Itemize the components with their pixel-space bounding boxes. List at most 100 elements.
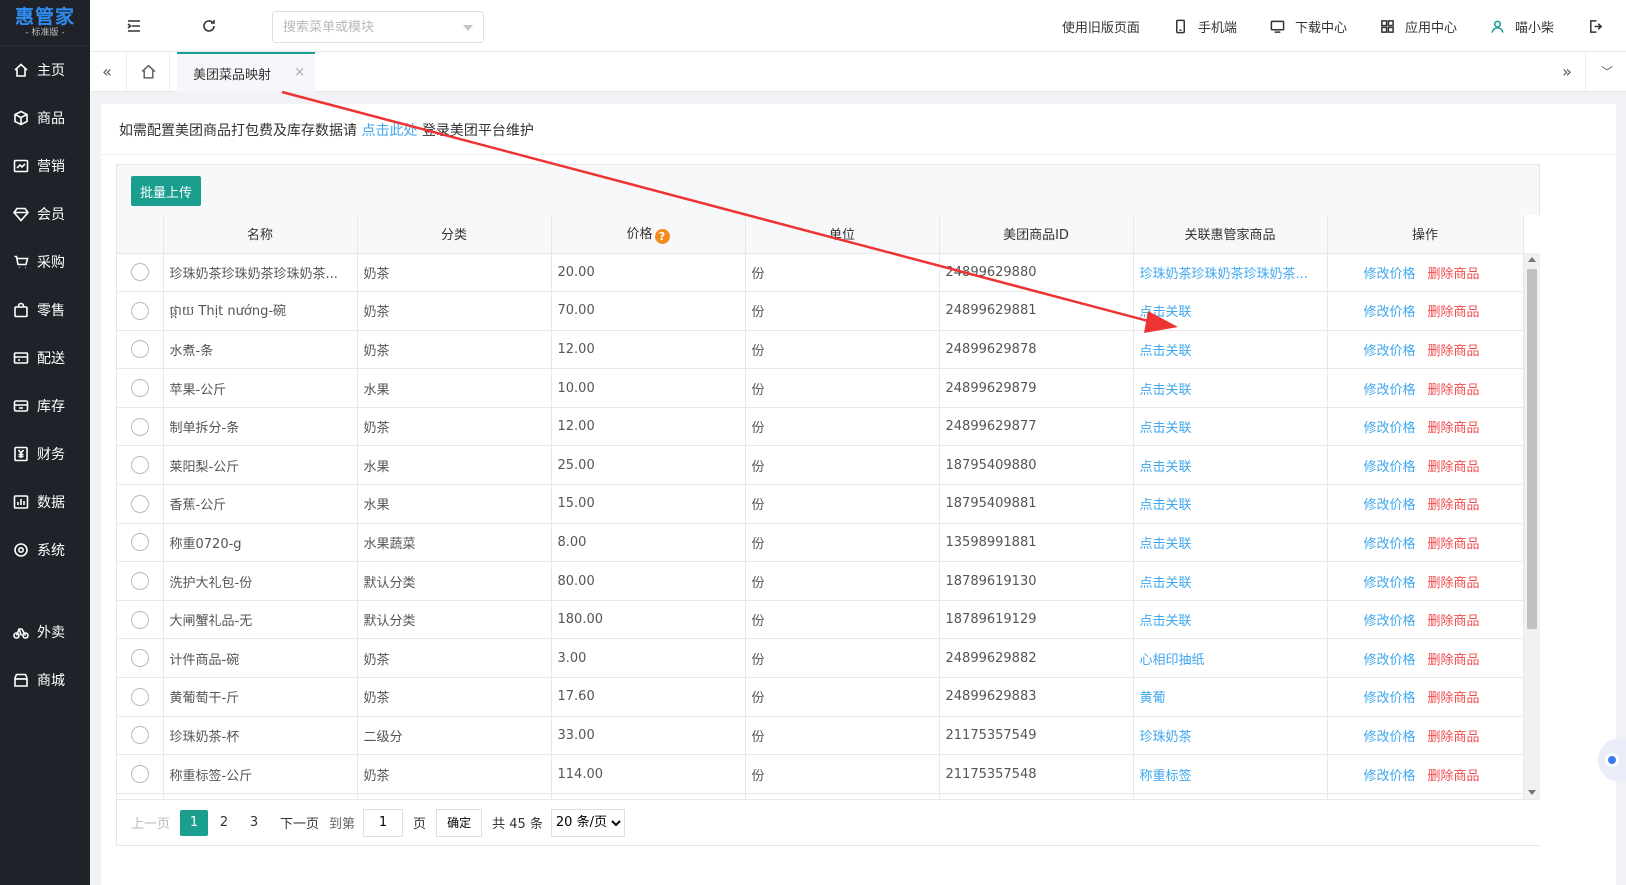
goto-confirm-button[interactable]: 确定 bbox=[436, 808, 483, 837]
row-radio[interactable] bbox=[130, 726, 149, 745]
sidebar-item-trend[interactable]: 营销 bbox=[0, 142, 90, 190]
sidebar-item-box[interactable]: 商品 bbox=[0, 94, 90, 142]
link-product-link[interactable]: 点击关联 bbox=[1140, 383, 1192, 398]
edit-price-link[interactable]: 修改价格 bbox=[1364, 305, 1416, 320]
page-3[interactable]: 3 bbox=[240, 810, 268, 836]
delete-product-link[interactable]: 删除商品 bbox=[1428, 653, 1480, 668]
link-product-link[interactable]: 点击关联 bbox=[1140, 421, 1192, 436]
edit-price-link[interactable]: 修改价格 bbox=[1364, 769, 1416, 784]
link-product-link[interactable]: 点击关联 bbox=[1140, 498, 1192, 513]
delete-product-link[interactable]: 删除商品 bbox=[1428, 383, 1480, 398]
link-product-link[interactable]: 点击关联 bbox=[1140, 537, 1192, 552]
page-2[interactable]: 2 bbox=[210, 810, 238, 836]
row-radio[interactable] bbox=[130, 263, 149, 282]
delete-product-link[interactable]: 删除商品 bbox=[1428, 730, 1480, 745]
delete-product-link[interactable]: 删除商品 bbox=[1428, 576, 1480, 591]
row-radio[interactable] bbox=[130, 417, 149, 436]
goto-page-input[interactable] bbox=[363, 808, 404, 837]
prev-page-button[interactable]: 上一页 bbox=[131, 813, 170, 832]
link-product-link[interactable]: 称重标签 bbox=[1140, 769, 1192, 784]
link-product-link[interactable]: 黄葡 bbox=[1140, 691, 1166, 706]
edit-price-link[interactable]: 修改价格 bbox=[1364, 537, 1416, 552]
table-scrollbar[interactable] bbox=[1523, 253, 1540, 799]
edit-price-link[interactable]: 修改价格 bbox=[1364, 614, 1416, 629]
edit-price-link[interactable]: 修改价格 bbox=[1364, 653, 1416, 668]
delete-product-link[interactable]: 删除商品 bbox=[1428, 305, 1480, 320]
row-radio[interactable] bbox=[130, 533, 149, 552]
tab-meituan-mapping[interactable]: 美团菜品映射 × bbox=[177, 52, 315, 92]
edit-price-link[interactable]: 修改价格 bbox=[1364, 460, 1416, 475]
sidebar-item-truck[interactable]: 配送 bbox=[0, 334, 90, 382]
link-product-link[interactable]: 点击关联 bbox=[1140, 344, 1192, 359]
link-product-link[interactable]: 点击关联 bbox=[1140, 460, 1192, 475]
edit-price-link[interactable]: 修改价格 bbox=[1364, 498, 1416, 513]
delete-product-link[interactable]: 删除商品 bbox=[1428, 691, 1480, 706]
link-product-link[interactable]: 点击关联 bbox=[1140, 614, 1192, 629]
sidebar-item-chart[interactable]: 数据 bbox=[0, 478, 90, 526]
edit-price-link[interactable]: 修改价格 bbox=[1364, 267, 1416, 282]
row-radio[interactable] bbox=[130, 610, 149, 629]
row-radio[interactable] bbox=[130, 340, 149, 359]
row-radio[interactable] bbox=[130, 301, 149, 320]
edit-price-link[interactable]: 修改价格 bbox=[1364, 691, 1416, 706]
tabs-scroll-right-icon[interactable]: » bbox=[1552, 52, 1582, 91]
sidebar-item-home[interactable]: 主页 bbox=[0, 46, 90, 94]
page-size-select[interactable]: 20 条/页 bbox=[550, 808, 625, 837]
brand-logo[interactable]: 惠管家 - 标准版 - bbox=[0, 0, 90, 46]
search-input[interactable] bbox=[283, 19, 458, 35]
row-radio[interactable] bbox=[130, 456, 149, 475]
collapse-menu-icon[interactable] bbox=[123, 15, 145, 37]
user-menu[interactable]: 喵小柴 bbox=[1487, 15, 1554, 37]
sidebar-item-yuan[interactable]: 财务 bbox=[0, 430, 90, 478]
sidebar-item-cart[interactable]: 采购 bbox=[0, 238, 90, 286]
edit-price-link[interactable]: 修改价格 bbox=[1364, 421, 1416, 436]
logout-button[interactable] bbox=[1584, 15, 1612, 37]
tab-close-icon[interactable]: × bbox=[294, 65, 305, 80]
app-center-link[interactable]: 应用中心 bbox=[1377, 15, 1457, 37]
sidebar-item-shop[interactable]: 商城 bbox=[0, 656, 90, 704]
link-product-link[interactable]: 点击关联 bbox=[1140, 576, 1192, 591]
tab-home[interactable] bbox=[126, 52, 170, 91]
batch-upload-button[interactable]: 批量上传 bbox=[131, 176, 201, 206]
delete-product-link[interactable]: 删除商品 bbox=[1428, 498, 1480, 513]
delete-product-link[interactable]: 删除商品 bbox=[1428, 769, 1480, 784]
refresh-icon[interactable] bbox=[198, 15, 220, 37]
sidebar-item-diamond[interactable]: 会员 bbox=[0, 190, 90, 238]
sidebar-item-bike[interactable]: 外卖 bbox=[0, 608, 90, 656]
old-page-link[interactable]: 使用旧版页面 bbox=[1062, 17, 1140, 36]
sidebar-item-inventory[interactable]: 库存 bbox=[0, 382, 90, 430]
chevron-down-icon[interactable] bbox=[463, 25, 473, 31]
tabs-scroll-left-icon[interactable]: « bbox=[92, 52, 122, 91]
scroll-down-icon[interactable] bbox=[1528, 790, 1536, 795]
tabs-menu-chevron-icon[interactable]: ﹀ bbox=[1592, 52, 1622, 91]
sidebar-item-settings[interactable]: 系统 bbox=[0, 526, 90, 574]
row-radio[interactable] bbox=[130, 494, 149, 513]
link-product-link[interactable]: 心相印抽纸 bbox=[1140, 653, 1205, 668]
delete-product-link[interactable]: 删除商品 bbox=[1428, 460, 1480, 475]
edit-price-link[interactable]: 修改价格 bbox=[1364, 576, 1416, 591]
menu-search[interactable] bbox=[272, 11, 484, 43]
next-page-button[interactable]: 下一页 bbox=[280, 813, 319, 832]
delete-product-link[interactable]: 删除商品 bbox=[1428, 537, 1480, 552]
row-radio[interactable] bbox=[130, 572, 149, 591]
link-product-link[interactable]: 珍珠奶茶珍珠奶茶珍珠奶茶... bbox=[1140, 267, 1308, 282]
download-center-link[interactable]: 下载中心 bbox=[1267, 15, 1347, 37]
link-product-link[interactable]: 珍珠奶茶 bbox=[1140, 730, 1192, 745]
page-1[interactable]: 1 bbox=[180, 809, 209, 836]
row-radio[interactable] bbox=[130, 687, 149, 706]
delete-product-link[interactable]: 删除商品 bbox=[1428, 421, 1480, 436]
sidebar-item-bag[interactable]: 零售 bbox=[0, 286, 90, 334]
row-radio[interactable] bbox=[130, 649, 149, 668]
delete-product-link[interactable]: 删除商品 bbox=[1428, 267, 1480, 282]
notice-link[interactable]: 点击此处 bbox=[361, 123, 417, 139]
row-radio[interactable] bbox=[130, 379, 149, 398]
help-icon[interactable]: ? bbox=[654, 229, 670, 245]
mobile-link[interactable]: 手机端 bbox=[1170, 15, 1237, 37]
scroll-thumb[interactable] bbox=[1527, 269, 1537, 629]
scroll-up-icon[interactable] bbox=[1528, 257, 1536, 262]
link-product-link[interactable]: 点击关联 bbox=[1140, 305, 1192, 320]
edit-price-link[interactable]: 修改价格 bbox=[1364, 730, 1416, 745]
edit-price-link[interactable]: 修改价格 bbox=[1364, 344, 1416, 359]
edit-price-link[interactable]: 修改价格 bbox=[1364, 383, 1416, 398]
delete-product-link[interactable]: 删除商品 bbox=[1428, 344, 1480, 359]
